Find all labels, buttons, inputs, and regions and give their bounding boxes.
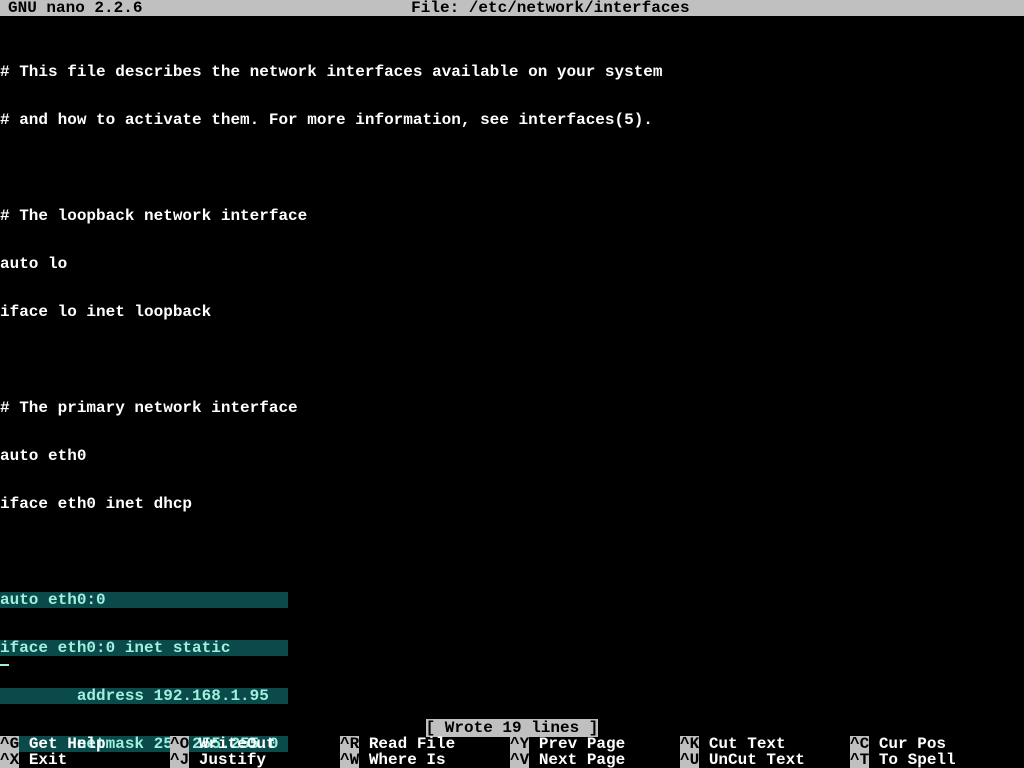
file-line: auto lo — [0, 256, 1024, 272]
shortcut-exit[interactable]: ^X Exit — [0, 752, 170, 768]
shortcut-justify[interactable]: ^J Justify — [170, 752, 340, 768]
file-name: File: /etc/network/interfaces — [38, 0, 1024, 16]
shortcut-cur-pos[interactable]: ^C Cur Pos — [850, 736, 1020, 752]
shortcut-prev-page[interactable]: ^Y Prev Page — [510, 736, 680, 752]
shortcut-row: ^G Get Help ^O WriteOut ^R Read File ^Y … — [0, 736, 1024, 752]
file-line: iface eth0 inet dhcp — [0, 496, 1024, 512]
shortcut-next-page[interactable]: ^V Next Page — [510, 752, 680, 768]
editor-content[interactable]: # This file describes the network interf… — [0, 16, 1024, 768]
file-line — [0, 352, 1024, 368]
file-line: auto eth0 — [0, 448, 1024, 464]
cursor-icon — [0, 664, 9, 666]
shortcut-writeout[interactable]: ^O WriteOut — [170, 736, 340, 752]
shortcut-row: ^X Exit ^J Justify ^W Where Is ^V Next P… — [0, 752, 1024, 768]
file-line — [0, 160, 1024, 176]
shortcut-bar: ^G Get Help ^O WriteOut ^R Read File ^Y … — [0, 736, 1024, 768]
file-line: # The loopback network interface — [0, 208, 1024, 224]
status-bar: [ Wrote 19 lines ] — [0, 720, 1024, 736]
file-line-hl: auto eth0:0 — [0, 592, 1024, 608]
file-line: iface lo inet loopback — [0, 304, 1024, 320]
file-line — [0, 544, 1024, 560]
shortcut-read-file[interactable]: ^R Read File — [340, 736, 510, 752]
file-line-hl: iface eth0:0 inet static — [0, 640, 1024, 656]
file-line: # and how to activate them. For more inf… — [0, 112, 1024, 128]
terminal-screen: GNU nano 2.2.6 File: /etc/network/interf… — [0, 0, 1024, 768]
file-line-hl: address 192.168.1.95 — [0, 688, 1024, 704]
shortcut-to-spell[interactable]: ^T To Spell — [850, 752, 1020, 768]
shortcut-get-help[interactable]: ^G Get Help — [0, 736, 170, 752]
shortcut-uncut-text[interactable]: ^U UnCut Text — [680, 752, 850, 768]
file-line: # This file describes the network interf… — [0, 64, 1024, 80]
file-line: # The primary network interface — [0, 400, 1024, 416]
shortcut-cut-text[interactable]: ^K Cut Text — [680, 736, 850, 752]
titlebar: GNU nano 2.2.6 File: /etc/network/interf… — [0, 0, 1024, 16]
shortcut-where-is[interactable]: ^W Where Is — [340, 752, 510, 768]
